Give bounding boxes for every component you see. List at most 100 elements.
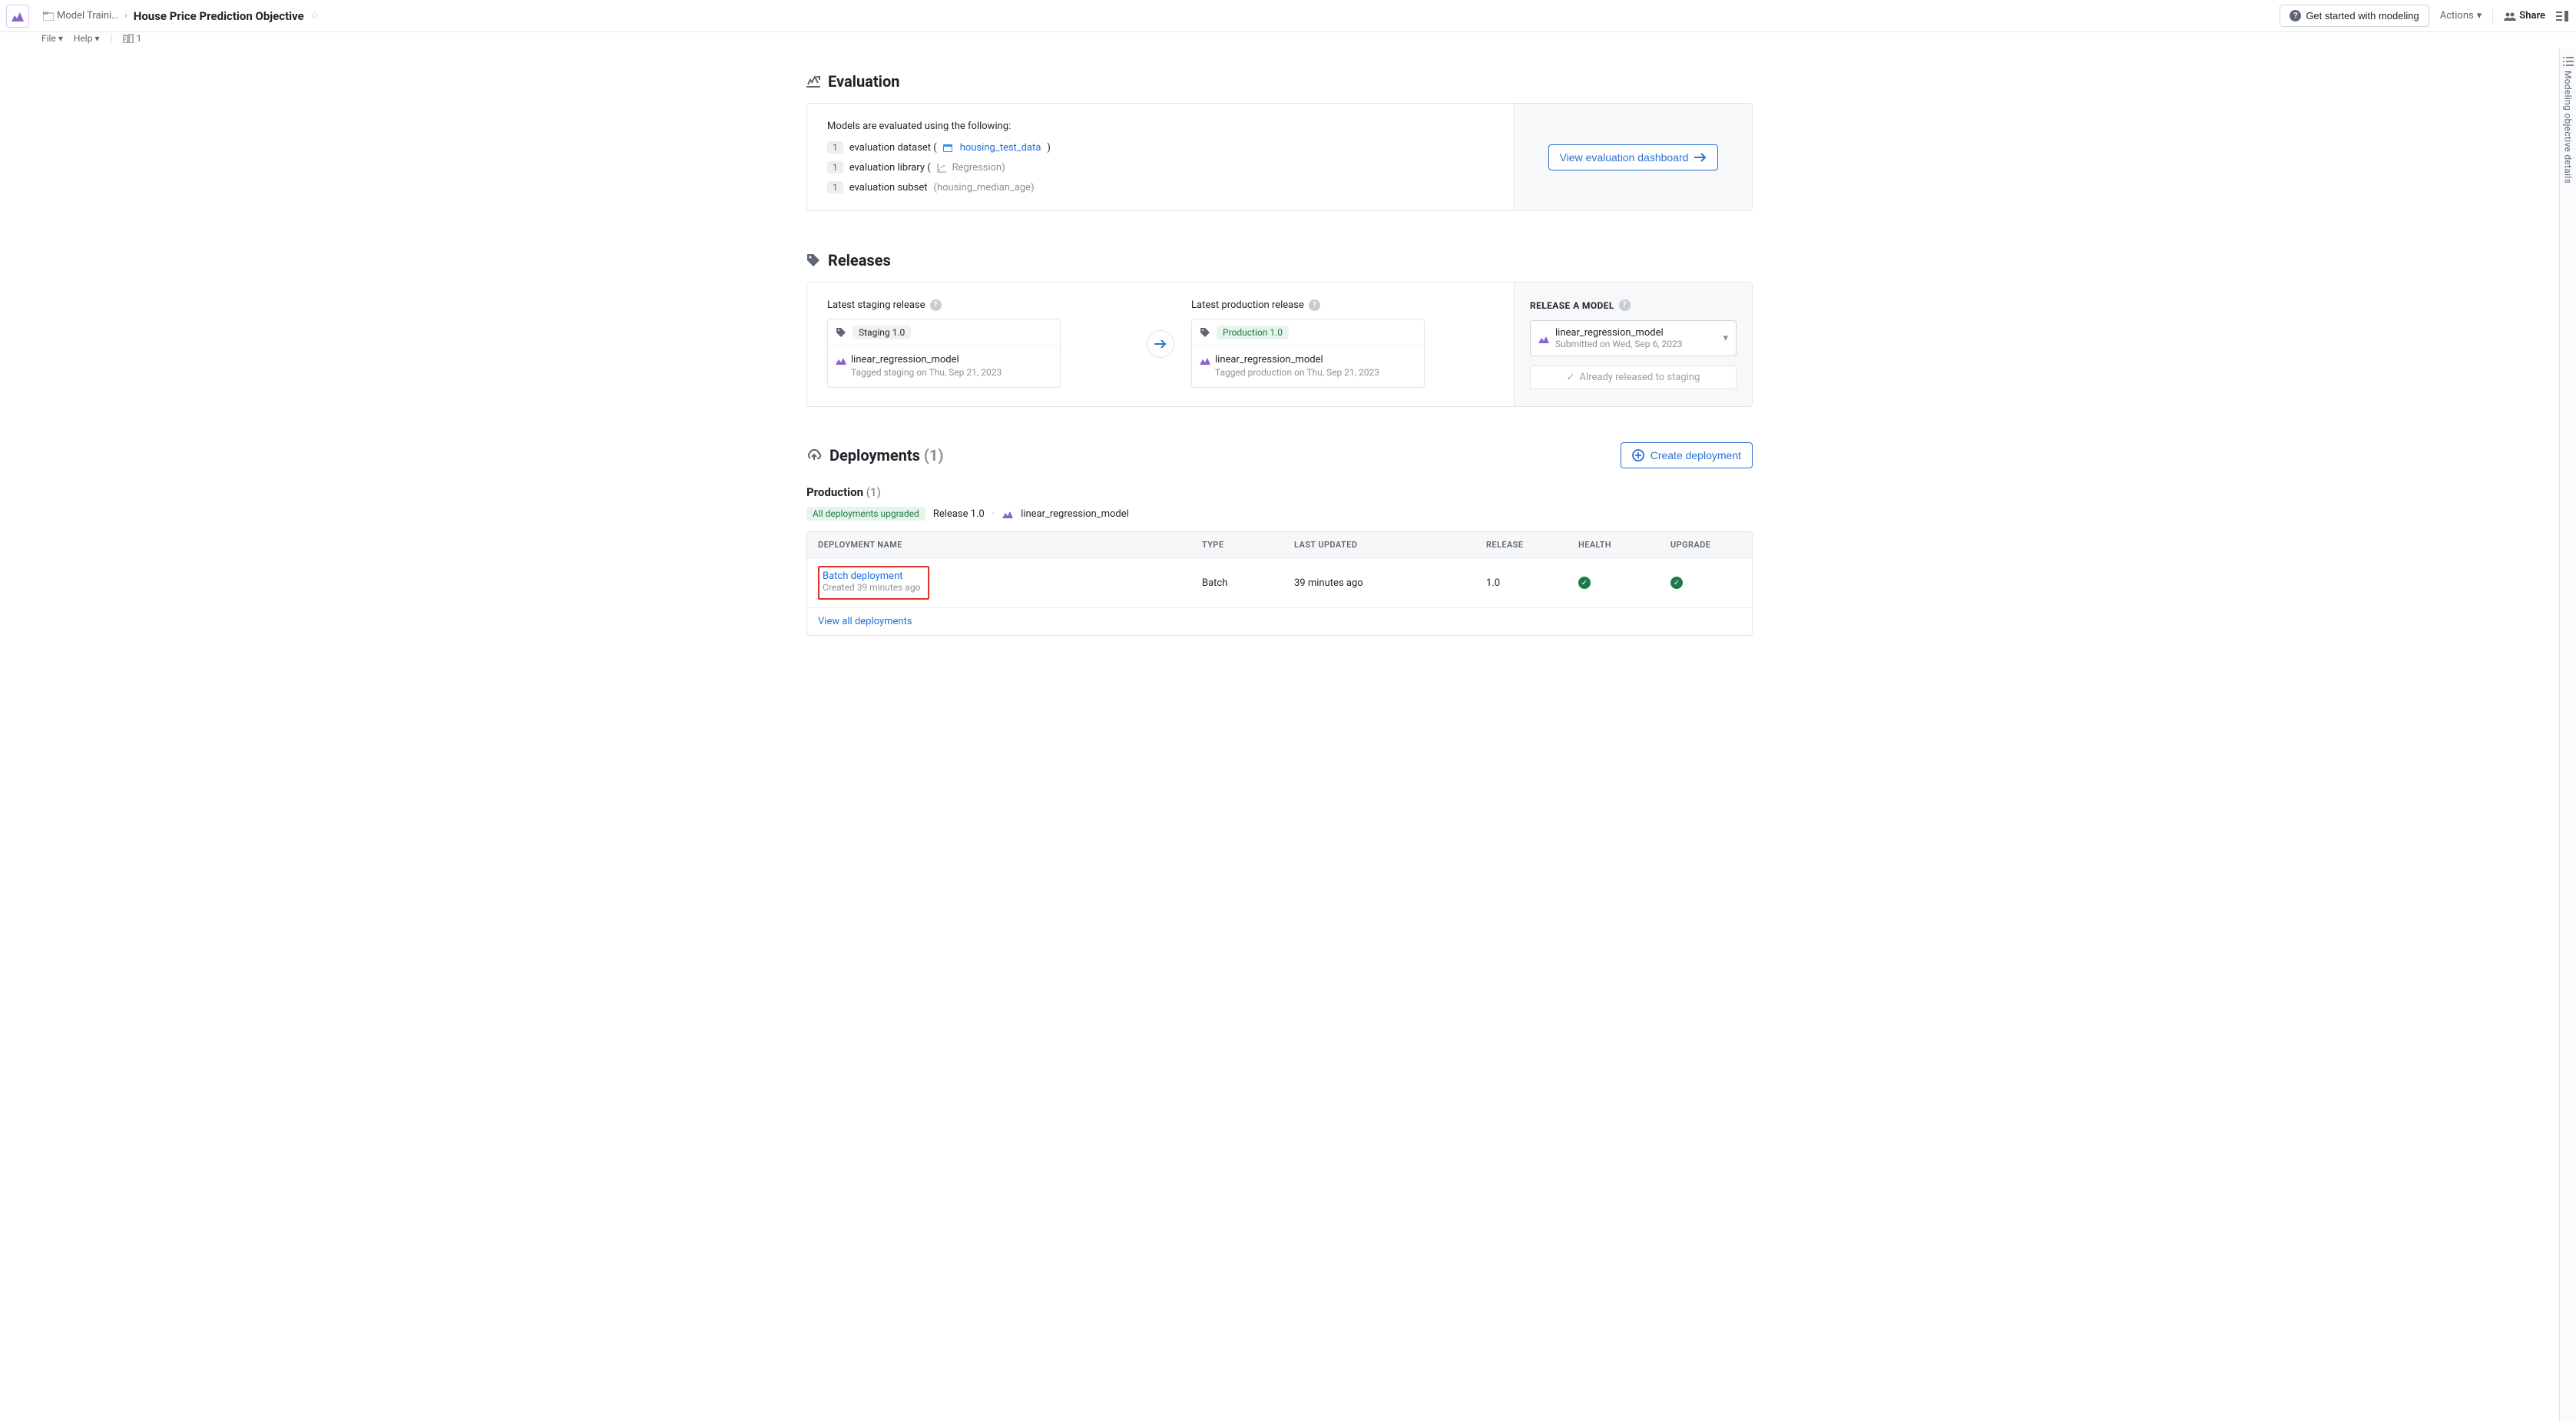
col-type: TYPE	[1191, 532, 1283, 557]
model-selector[interactable]: linear_regression_model Submitted on Wed…	[1530, 320, 1737, 356]
topbar: Model Traini… › House Price Prediction O…	[0, 0, 2576, 49]
staging-label: Latest staging release	[827, 299, 925, 311]
get-started-button[interactable]: ? Get started with modeling	[2280, 5, 2429, 27]
col-name: DEPLOYMENT NAME	[807, 532, 1191, 557]
chevron-right-icon: ›	[124, 10, 127, 21]
production-release-card[interactable]: Production 1.0 linear_regression_model T…	[1191, 319, 1425, 388]
prod-submeta: Tagged production on Thu, Sep 21, 2023	[1215, 367, 1416, 378]
help-icon[interactable]: ?	[930, 299, 942, 311]
model-name: linear_regression_model	[851, 354, 959, 365]
help-icon[interactable]: ?	[1309, 299, 1320, 311]
already-released-button: ✓ Already released to staging	[1530, 365, 1737, 389]
model-icon	[1538, 334, 1549, 343]
cell-upgrade: ✓	[1660, 558, 1752, 607]
staging-column: Latest staging release ? Staging 1.0	[827, 299, 1130, 388]
breadcrumb: Model Traini… › House Price Prediction O…	[43, 9, 319, 23]
plus-circle-icon	[1632, 449, 1644, 461]
check-circle-icon: ✓	[1578, 577, 1591, 589]
divider	[2492, 8, 2493, 24]
staging-release-card[interactable]: Staging 1.0 linear_regression_model Tagg…	[827, 319, 1061, 388]
evaluation-panel: Models are evaluated using the following…	[806, 103, 1753, 211]
environment-meta: All deployments upgraded Release 1.0 · l…	[806, 507, 1753, 521]
dot-separator: ·	[992, 508, 995, 520]
eval-subset-row: 1 evaluation subset (housing_median_age)	[827, 181, 1494, 193]
table-row[interactable]: Batch deployment Created 39 minutes ago …	[807, 558, 1752, 608]
cell-health: ✓	[1568, 558, 1660, 607]
production-tag: Production 1.0	[1217, 326, 1289, 339]
highlighted-deployment: Batch deployment Created 39 minutes ago	[818, 566, 929, 600]
eval-dataset-row: 1 evaluation dataset ( housing_test_data…	[827, 141, 1494, 154]
subset-value: (housing_median_age)	[934, 182, 1035, 193]
share-button[interactable]: Share	[2504, 10, 2545, 21]
release-tag-label: Release 1.0	[933, 508, 985, 520]
create-deployment-button[interactable]: Create deployment	[1621, 442, 1753, 468]
deployment-model-name: linear_regression_model	[1021, 508, 1129, 520]
deployment-created: Created 39 minutes ago	[823, 582, 920, 593]
eval-library-row: 1 evaluation library ( Regression)	[827, 161, 1494, 174]
list-icon	[2563, 57, 2574, 66]
col-upgrade: UPGRADE	[1660, 532, 1752, 557]
count-pill: 1	[827, 161, 843, 174]
library-value: Regression)	[952, 162, 1005, 174]
deployments-count: (1)	[924, 446, 944, 465]
tag-icon	[806, 253, 820, 267]
view-evaluation-dashboard-button[interactable]: View evaluation dashboard	[1548, 144, 1719, 170]
evaluation-intro: Models are evaluated using the following…	[827, 121, 1494, 132]
help-menu[interactable]: Help▾	[74, 33, 100, 44]
sidebar-label: Modeling objective details	[2563, 71, 2574, 184]
col-health: HEALTH	[1568, 532, 1660, 557]
deployments-table: DEPLOYMENT NAME TYPE LAST UPDATED RELEAS…	[806, 531, 1753, 636]
building-indicator[interactable]: 1	[123, 33, 141, 44]
evaluation-icon	[806, 75, 820, 88]
star-icon[interactable]: ☆	[310, 10, 320, 21]
promote-button[interactable]	[1147, 330, 1174, 358]
view-all-deployments-link[interactable]: View all deployments	[818, 616, 912, 627]
release-a-model-title: RELEASE A MODEL	[1530, 300, 1614, 311]
model-name: linear_regression_model	[1215, 354, 1323, 365]
tag-icon	[836, 327, 846, 338]
selected-model-name: linear_regression_model	[1555, 327, 1717, 339]
file-menu[interactable]: File▾	[41, 33, 63, 44]
releases-panel: Latest staging release ? Staging 1.0	[806, 282, 1753, 407]
check-circle-icon: ✓	[1670, 577, 1683, 589]
help-icon: ?	[2290, 10, 2301, 21]
col-updated: LAST UPDATED	[1283, 532, 1475, 557]
caret-down-icon: ▾	[94, 33, 99, 44]
folder-icon	[43, 12, 54, 21]
cell-release: 1.0	[1475, 558, 1568, 607]
model-icon	[836, 356, 846, 365]
actions-menu[interactable]: Actions ▾	[2440, 10, 2482, 21]
caret-down-icon: ▾	[58, 33, 63, 44]
production-label: Latest production release	[1191, 299, 1304, 311]
breadcrumb-parent[interactable]: Model Traini…	[43, 10, 118, 21]
releases-title: Releases	[828, 251, 891, 270]
main-content: Evaluation Models are evaluated using th…	[0, 49, 2559, 1422]
menubar: File▾ Help▾ | 1	[0, 32, 2576, 49]
right-sidebar[interactable]: Modeling objective details	[2559, 49, 2576, 1422]
building-icon	[123, 34, 134, 43]
releases-header: Releases	[806, 251, 1753, 270]
evaluation-title: Evaluation	[828, 72, 899, 91]
arrow-right-icon	[1694, 153, 1707, 162]
help-icon[interactable]: ?	[1619, 299, 1631, 311]
app-logo-icon[interactable]	[6, 5, 29, 28]
panel-toggle-icon[interactable]	[2556, 11, 2568, 21]
table-header: DEPLOYMENT NAME TYPE LAST UPDATED RELEAS…	[807, 532, 1752, 558]
cell-type: Batch	[1191, 558, 1283, 607]
count-pill: 1	[827, 141, 843, 154]
page-title: House Price Prediction Objective	[134, 9, 304, 23]
model-icon	[1002, 509, 1013, 518]
separator: |	[111, 33, 113, 44]
col-release: RELEASE	[1475, 532, 1568, 557]
environment-header: Production (1)	[806, 485, 1753, 499]
dataset-icon	[943, 144, 952, 152]
upgraded-badge: All deployments upgraded	[806, 507, 925, 521]
people-icon	[2504, 12, 2516, 21]
check-icon: ✓	[1567, 372, 1575, 383]
staging-submeta: Tagged staging on Thu, Sep 21, 2023	[851, 367, 1052, 378]
deployment-link[interactable]: Batch deployment	[823, 570, 903, 582]
chevron-down-icon: ▾	[1723, 332, 1728, 344]
chart-scatter-icon	[937, 164, 946, 173]
dataset-link[interactable]: housing_test_data	[960, 142, 1041, 154]
cloud-upload-icon	[806, 449, 822, 461]
